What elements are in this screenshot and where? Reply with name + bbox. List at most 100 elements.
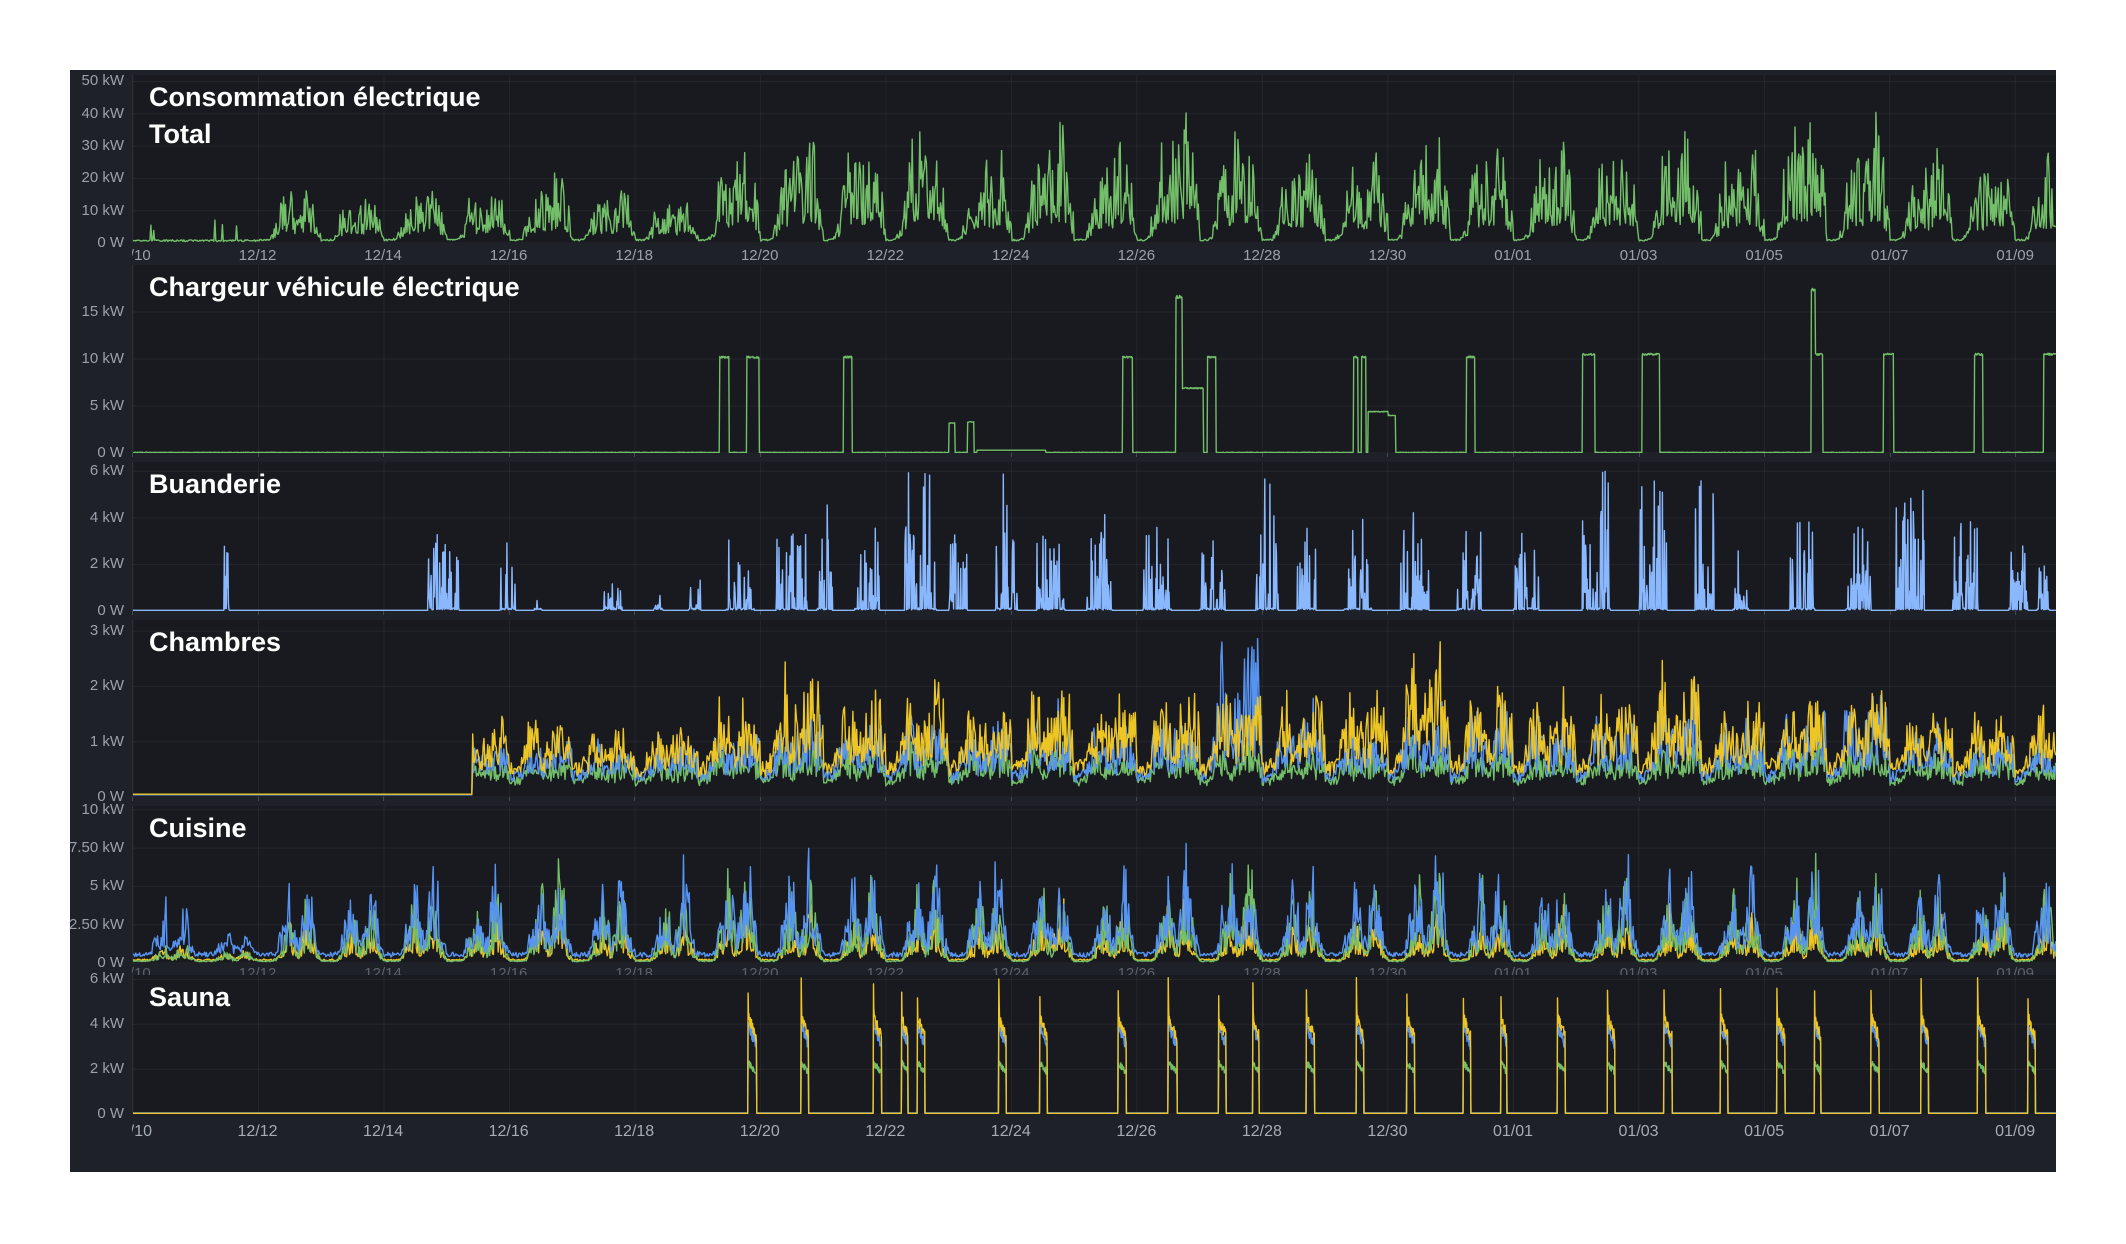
x-tick-mark [1764, 797, 1765, 801]
panel-sauna: 0 W2 kW4 kW6 kW Sauna [70, 975, 2056, 1114]
x-axis-bottom: 12/1012/1212/1412/1612/1812/2012/2212/24… [70, 1114, 2056, 1154]
x-tick-mark [1513, 611, 1514, 615]
y-tick-label: 15 kW [81, 304, 124, 320]
y-axis-sauna: 0 W2 kW4 kW6 kW [70, 975, 132, 1114]
plot-area-bedrooms[interactable]: Chambres [132, 620, 2056, 797]
x-tick-label: 12/16 [490, 247, 528, 264]
x-tick-label: 01/03 [1619, 1123, 1659, 1141]
x-tick-mark [132, 611, 133, 615]
x-tick-mark [634, 611, 635, 615]
x-tick-mark [258, 611, 259, 615]
y-tick-label: 10 kW [81, 203, 124, 219]
x-tick-mark [885, 453, 886, 457]
x-tick-label: 12/14 [364, 965, 402, 975]
x-tick-label: 12/28 [1243, 965, 1281, 975]
chart-svg-4 [133, 806, 2056, 963]
y-axis-bedrooms: 0 W1 kW2 kW3 kW [70, 620, 132, 797]
x-ticks-ev [70, 453, 2056, 462]
x-tick-mark [1639, 797, 1640, 801]
x-tick-label: 12/10 [132, 965, 151, 975]
x-tick-mark [1011, 453, 1012, 457]
x-tick-mark [1890, 611, 1891, 615]
y-tick-label: 6 kW [90, 971, 124, 987]
y-tick-label: 10 kW [81, 351, 124, 367]
x-tick-label: 12/20 [740, 1123, 780, 1141]
plot-area-laundry[interactable]: Buanderie [132, 462, 2056, 611]
x-tick-mark [258, 797, 259, 801]
y-tick-label: 50 kW [81, 73, 124, 89]
y-tick-label: 4 kW [90, 510, 124, 526]
y-tick-label: 5 kW [90, 878, 124, 894]
plot-area-kitchen[interactable]: Cuisine [132, 806, 2056, 963]
x-tick-label: 12/24 [992, 247, 1030, 264]
x-tick-mark [1136, 453, 1137, 457]
panel-total: 0 W10 kW20 kW30 kW40 kW50 kW Consommatio… [70, 75, 2056, 243]
x-tick-label: 12/22 [866, 247, 904, 264]
x-tick-mark [383, 453, 384, 457]
x-tick-mark [509, 453, 510, 457]
x-tick-label: 12/30 [1367, 1123, 1407, 1141]
chart-svg-1 [133, 265, 2056, 453]
x-tick-mark [1262, 611, 1263, 615]
x-tick-mark [509, 797, 510, 801]
y-axis-laundry: 0 W2 kW4 kW6 kW [70, 462, 132, 611]
x-tick-label: 12/22 [865, 1123, 905, 1141]
panel-bedrooms: 0 W1 kW2 kW3 kW Chambres [70, 620, 2056, 797]
chart-svg-0 [133, 75, 2056, 243]
x-tick-label: 12/18 [615, 965, 653, 975]
x-tick-label: 01/07 [1871, 247, 1909, 264]
chart-svg-3 [133, 620, 2056, 797]
y-tick-label: 1 kW [90, 734, 124, 750]
x-tick-label: 12/10 [132, 1123, 152, 1141]
y-axis-ev: 0 W5 kW10 kW15 kW [70, 265, 132, 453]
y-tick-label: 2.50 kW [69, 917, 124, 933]
x-tick-label: 12/16 [489, 1123, 529, 1141]
grafana-dashboard: 0 W10 kW20 kW30 kW40 kW50 kW Consommatio… [70, 70, 2056, 1172]
x-tick-mark [1387, 797, 1388, 801]
x-tick-label: 01/09 [1996, 247, 2034, 264]
x-tick-label: 12/22 [866, 965, 904, 975]
x-tick-mark [760, 797, 761, 801]
x-tick-mark [1890, 797, 1891, 801]
x-tick-label: 12/12 [239, 965, 277, 975]
x-tick-mark [1136, 797, 1137, 801]
plot-area-sauna[interactable]: Sauna [132, 975, 2056, 1114]
x-tick-mark [634, 453, 635, 457]
x-tick-label: 12/16 [490, 965, 528, 975]
x-tick-mark [1764, 611, 1765, 615]
y-axis-total: 0 W10 kW20 kW30 kW40 kW50 kW [70, 75, 132, 243]
x-tick-label: 12/20 [741, 965, 779, 975]
x-tick-mark [1764, 453, 1765, 457]
page: { "dashboard": { "bg": "#1e2127", "plot_… [0, 0, 2126, 1244]
x-tick-mark [132, 453, 133, 457]
panel-kitchen: 0 W2.50 kW5 kW7.50 kW10 kW Cuisine [70, 806, 2056, 963]
x-tick-label: 01/01 [1494, 965, 1532, 975]
x-tick-mark [383, 797, 384, 801]
x-tick-label: 12/30 [1369, 247, 1407, 264]
plot-area-ev[interactable]: Chargeur véhicule électrique [132, 265, 2056, 453]
x-tick-label: 01/03 [1620, 965, 1658, 975]
x-tick-mark [1513, 797, 1514, 801]
x-tick-mark [1262, 453, 1263, 457]
x-tick-mark [760, 611, 761, 615]
y-tick-label: 2 kW [90, 678, 124, 694]
x-tick-label: 01/09 [1996, 965, 2034, 975]
x-tick-mark [760, 453, 761, 457]
y-tick-label: 30 kW [81, 138, 124, 154]
x-tick-mark [132, 797, 133, 801]
x-tick-label: 12/30 [1369, 965, 1407, 975]
x-ticks-laundry [70, 611, 2056, 620]
x-tick-mark [1639, 611, 1640, 615]
y-tick-label: 3 kW [90, 623, 124, 639]
x-tick-label: 01/07 [1871, 965, 1909, 975]
x-tick-mark [634, 797, 635, 801]
x-tick-mark [1513, 453, 1514, 457]
x-tick-label: 12/14 [364, 247, 402, 264]
x-tick-mark [383, 611, 384, 615]
plot-area-total[interactable]: Consommation électrique Total [132, 75, 2056, 243]
x-tick-label: 12/28 [1242, 1123, 1282, 1141]
x-tick-mark [885, 797, 886, 801]
y-tick-label: 5 kW [90, 398, 124, 414]
x-tick-label: 12/18 [614, 1123, 654, 1141]
x-tick-mark [1890, 453, 1891, 457]
